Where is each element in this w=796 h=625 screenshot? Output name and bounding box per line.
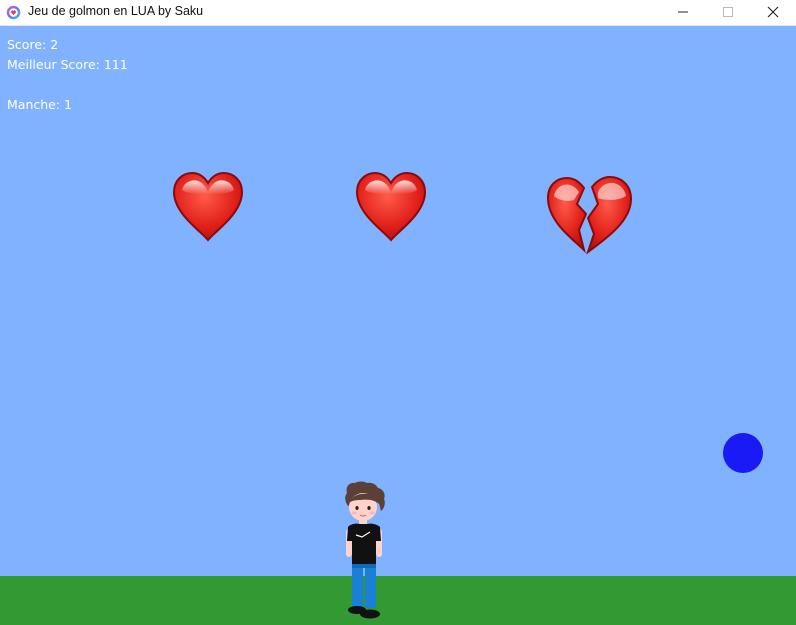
best-score-label: Meilleur Score: 111 xyxy=(7,57,128,72)
maximize-icon xyxy=(723,7,733,17)
red-heart-icon xyxy=(355,172,427,242)
window-title: Jeu de golmon en LUA by Saku xyxy=(28,4,204,18)
title-bar[interactable]: Jeu de golmon en LUA by Saku xyxy=(0,0,796,26)
heart-app-icon xyxy=(6,5,21,20)
round-label: Manche: 1 xyxy=(7,97,72,112)
player-character xyxy=(345,481,385,619)
minimize-icon xyxy=(678,11,688,13)
close-icon xyxy=(767,6,779,18)
app-window: Jeu de golmon en LUA by Saku Score: 2 Me… xyxy=(0,0,796,625)
ground xyxy=(0,576,796,625)
red-heart-icon xyxy=(172,172,244,242)
broken-heart-icon xyxy=(546,175,633,254)
minimize-button[interactable] xyxy=(660,0,706,25)
game-canvas[interactable]: Score: 2 Meilleur Score: 111 Manche: 1 xyxy=(0,26,796,625)
ball xyxy=(723,433,763,473)
score-label: Score: 2 xyxy=(7,37,59,52)
maximize-button[interactable] xyxy=(705,0,751,25)
close-button[interactable] xyxy=(750,0,796,25)
